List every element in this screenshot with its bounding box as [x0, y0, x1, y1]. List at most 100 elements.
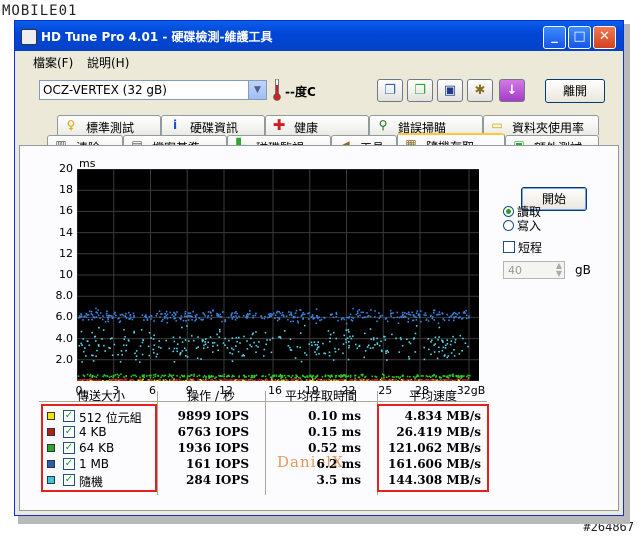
- data-point: [264, 375, 267, 378]
- data-point: [87, 379, 90, 381]
- data-point: [442, 318, 445, 320]
- data-point: [380, 377, 383, 379]
- y-tick-label: 18: [59, 183, 73, 197]
- data-point: [215, 376, 217, 378]
- data-point: [107, 320, 109, 323]
- data-point: [210, 379, 212, 381]
- data-point: [418, 316, 421, 319]
- data-point: [315, 353, 318, 356]
- menu-help[interactable]: 說明(H): [87, 54, 129, 71]
- data-point: [106, 314, 108, 317]
- data-point: [336, 379, 338, 381]
- data-point: [153, 344, 156, 346]
- maximize-button[interactable]: □: [568, 26, 591, 49]
- data-point: [337, 319, 339, 322]
- data-point: [434, 343, 437, 345]
- data-point: [348, 346, 350, 349]
- tab-benchmark[interactable]: ♀ 標準測試: [57, 115, 161, 135]
- data-point: [355, 313, 358, 316]
- data-point: [281, 376, 284, 378]
- iops-cell: 284 IOPS: [186, 473, 249, 487]
- data-point: [450, 352, 453, 354]
- data-point: [186, 356, 189, 358]
- copy-info-button[interactable]: ❐: [377, 79, 403, 102]
- close-button[interactable]: ✕: [593, 26, 616, 49]
- data-point: [200, 379, 203, 381]
- tab-drive-info[interactable]: i 硬碟資訊: [161, 115, 265, 135]
- series-checkbox[interactable]: ✓: [63, 410, 75, 422]
- tab-health[interactable]: ✚ 健康: [265, 115, 369, 135]
- data-point: [437, 338, 439, 341]
- tab-error-scan[interactable]: ⚲ 錯誤掃瞄: [369, 115, 483, 135]
- data-point: [251, 376, 254, 379]
- data-point: [400, 338, 402, 341]
- data-point: [172, 380, 174, 381]
- data-point: [446, 339, 449, 341]
- series-checkbox[interactable]: ✓: [63, 458, 75, 470]
- exit-button[interactable]: 離開: [545, 79, 605, 103]
- series-checkbox[interactable]: ✓: [63, 442, 75, 454]
- data-point: [374, 316, 376, 318]
- data-point: [364, 332, 366, 335]
- short-stroke-size-input[interactable]: 40 ▲ ▼: [503, 261, 565, 279]
- data-point: [124, 335, 126, 338]
- title-bar[interactable]: HD Tune Pro 4.01 - 硬碟檢測-維護工具 _ □ ✕: [15, 21, 623, 51]
- data-point: [310, 341, 313, 344]
- data-point: [359, 314, 361, 317]
- data-point: [182, 380, 185, 381]
- drive-select[interactable]: OCZ-VERTEX (32 gB) ▼: [39, 80, 267, 100]
- data-point: [96, 312, 98, 314]
- series-checkbox[interactable]: ✓: [63, 426, 75, 438]
- data-point: [458, 312, 460, 314]
- data-point: [433, 373, 436, 376]
- y-tick-label: 8.0: [55, 289, 74, 303]
- minimize-button[interactable]: _: [543, 26, 566, 49]
- read-radio[interactable]: [503, 206, 514, 217]
- data-point: [378, 344, 381, 347]
- data-point: [158, 310, 161, 312]
- data-point: [316, 344, 319, 346]
- data-point: [436, 357, 439, 360]
- data-point: [83, 378, 86, 381]
- data-point: [112, 316, 115, 319]
- data-point: [434, 336, 437, 339]
- data-point: [454, 338, 457, 341]
- data-point: [248, 379, 251, 381]
- data-point: [279, 337, 282, 339]
- data-point: [287, 318, 289, 321]
- copy-screen-button[interactable]: ❐: [407, 79, 433, 102]
- write-radio[interactable]: [503, 220, 514, 231]
- data-point: [448, 374, 451, 377]
- access-time-cell: 0.15 ms: [308, 425, 361, 439]
- data-point: [454, 379, 456, 381]
- data-point: [399, 336, 402, 339]
- data-point: [99, 317, 101, 319]
- data-point: [442, 346, 445, 349]
- data-point: [345, 375, 347, 378]
- data-point: [408, 313, 410, 316]
- menu-file[interactable]: 檔案(F): [33, 54, 73, 71]
- short-stroke-checkbox[interactable]: [503, 241, 515, 253]
- data-point: [132, 374, 134, 377]
- data-point: [398, 351, 401, 353]
- data-point: [204, 314, 206, 317]
- tab-folder-usage[interactable]: ▭ 資料夾使用率: [483, 115, 599, 135]
- spin-arrows-icon[interactable]: ▲ ▼: [556, 262, 562, 278]
- data-point: [267, 316, 269, 319]
- data-point: [89, 375, 91, 377]
- down-arrow-button[interactable]: ↓: [499, 79, 525, 102]
- data-point: [368, 380, 371, 381]
- data-point: [134, 374, 136, 377]
- data-point: [315, 348, 318, 351]
- data-point: [198, 317, 201, 319]
- menu-bar: 檔案(F) 說明(H): [15, 51, 623, 71]
- data-point: [417, 313, 420, 316]
- chevron-down-icon[interactable]: ▼: [248, 81, 266, 99]
- avg-speed-cell: 4.834 MB/s: [404, 409, 481, 423]
- data-point: [175, 320, 178, 322]
- data-point: [224, 344, 226, 347]
- options-button[interactable]: ✱: [467, 79, 493, 102]
- data-point: [125, 344, 128, 347]
- series-checkbox[interactable]: ✓: [63, 474, 75, 486]
- save-button[interactable]: ▣: [437, 79, 463, 102]
